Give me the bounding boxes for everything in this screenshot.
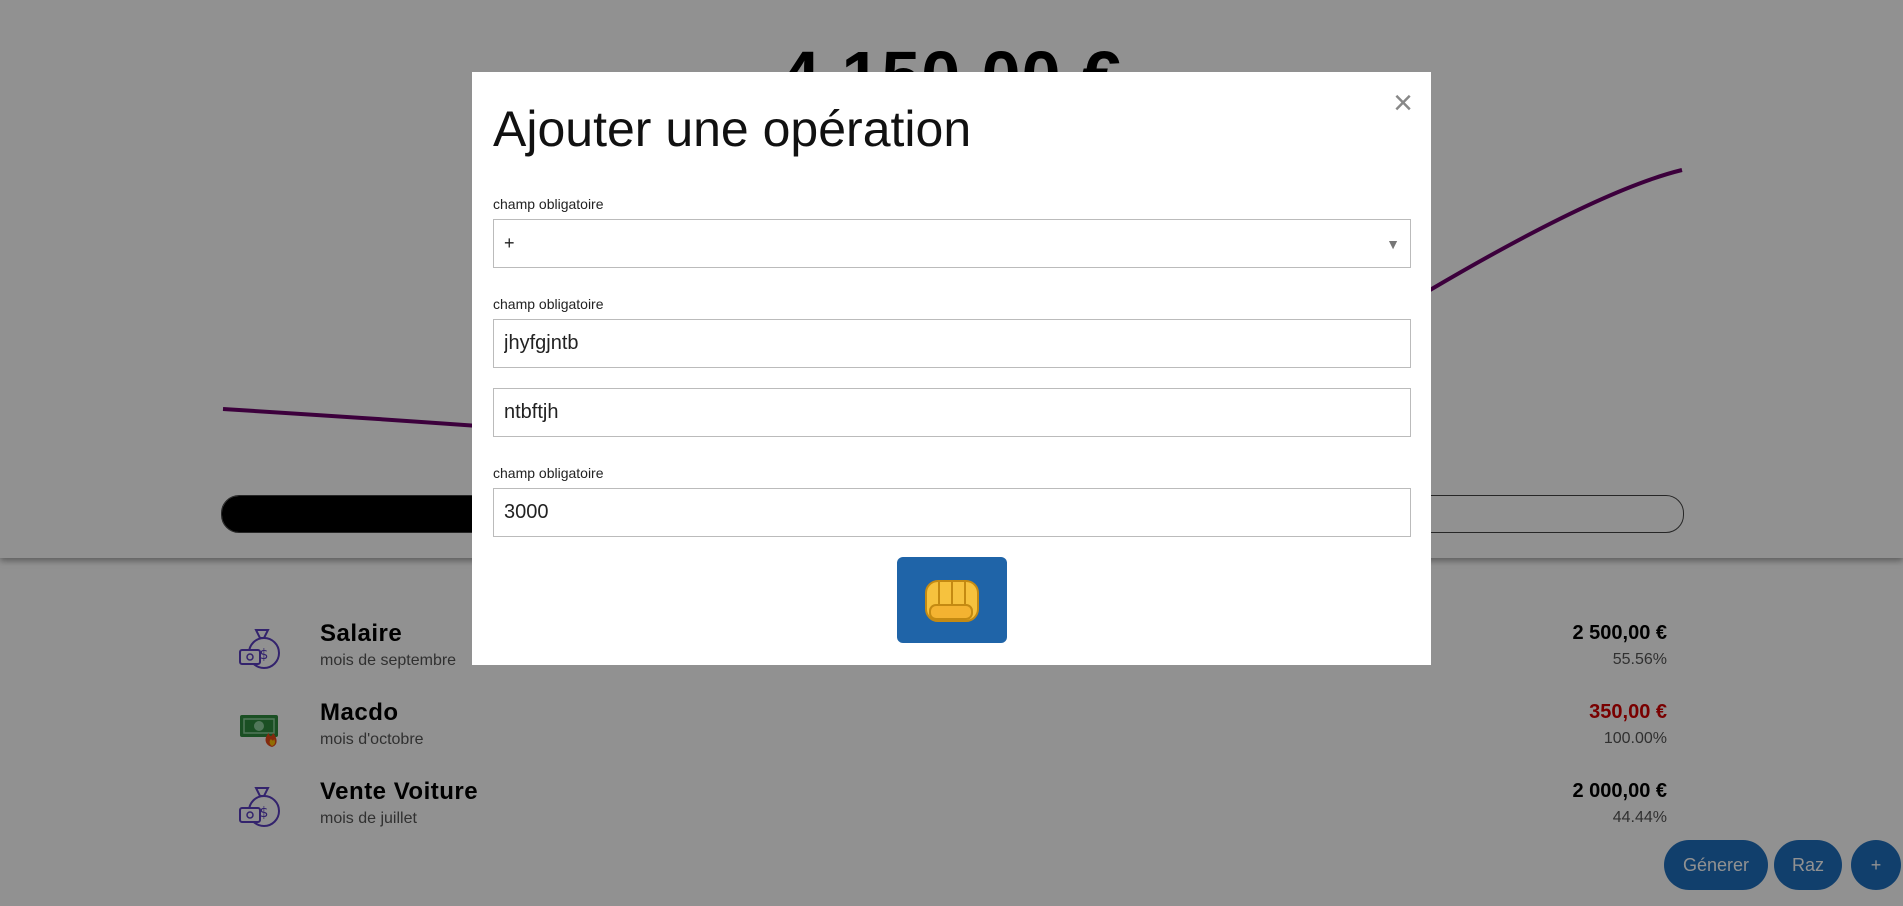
amount-required-label: champ obligatoire [493, 465, 604, 481]
submit-button[interactable] [897, 557, 1007, 643]
close-icon[interactable]: × [1393, 86, 1413, 120]
fist-icon [925, 580, 979, 622]
type-required-label: champ obligatoire [493, 196, 604, 212]
operation-title-input[interactable] [493, 319, 1411, 368]
chevron-down-icon: ▼ [1386, 235, 1400, 252]
add-operation-modal: Ajouter une opération × champ obligatoir… [472, 72, 1431, 665]
operation-type-value: + [504, 233, 515, 253]
operation-amount-input[interactable] [493, 488, 1411, 537]
title-required-label: champ obligatoire [493, 296, 604, 312]
modal-title: Ajouter une opération [493, 101, 972, 157]
operation-description-input[interactable] [493, 388, 1411, 437]
operation-type-select[interactable]: + ▼ [493, 219, 1411, 268]
